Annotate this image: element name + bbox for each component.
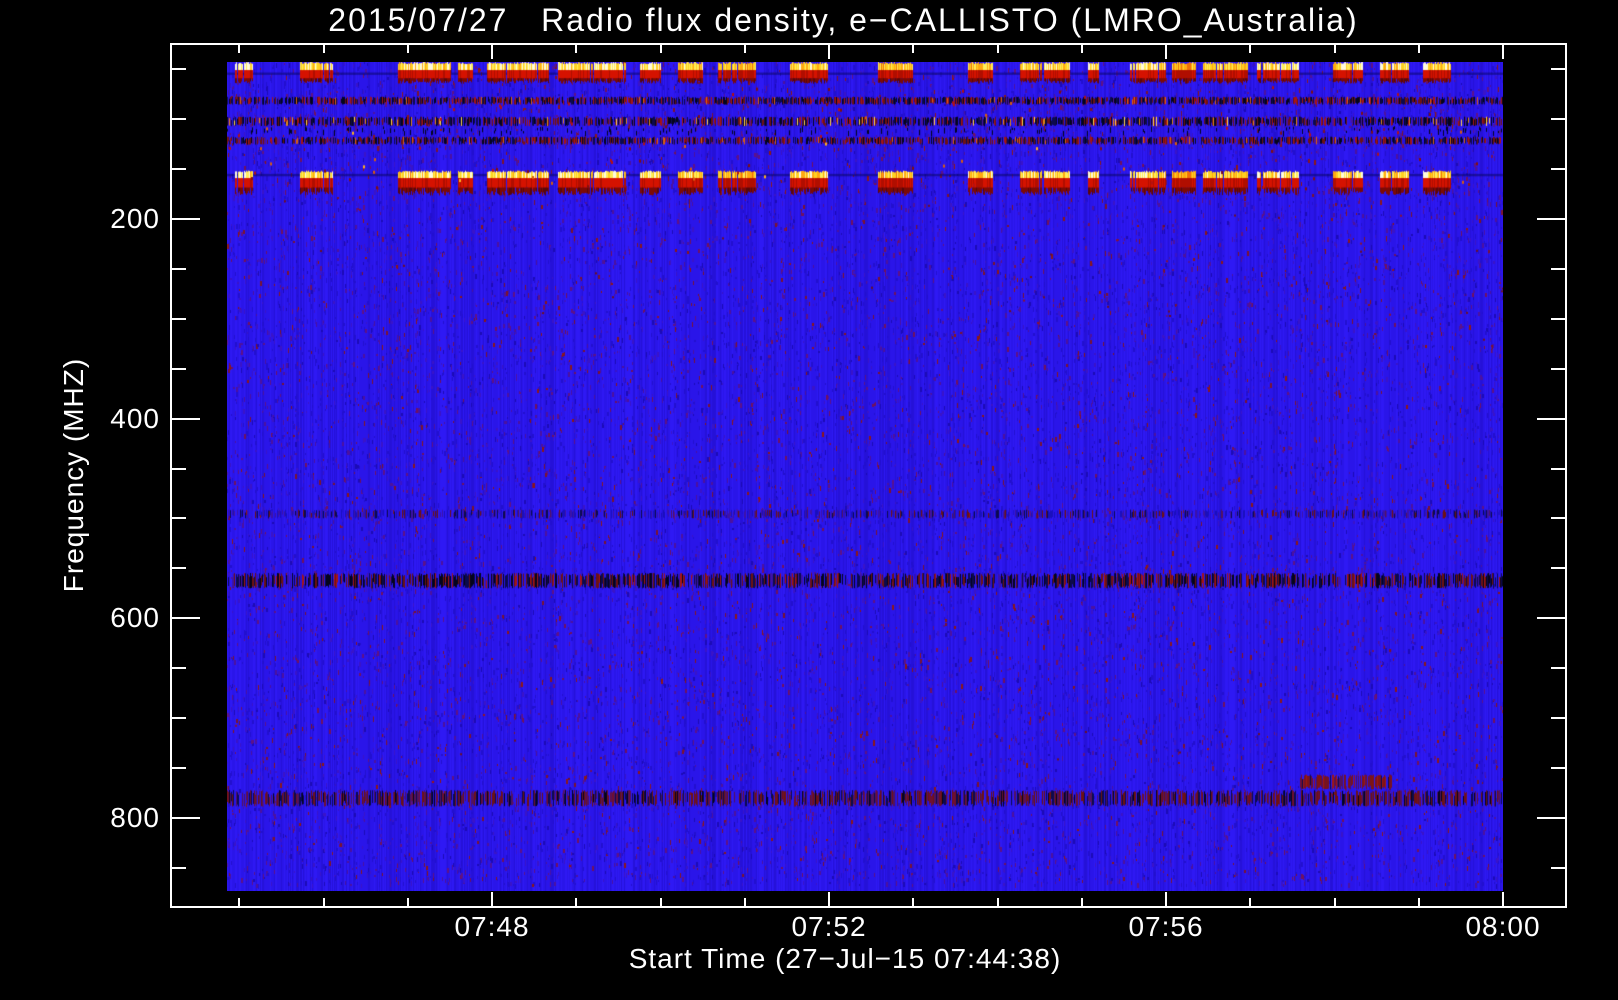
x-tick-label-0752: 07:52 bbox=[791, 911, 867, 942]
tick-mark bbox=[238, 898, 240, 906]
tick-mark bbox=[323, 45, 325, 53]
spectrogram-heatmap bbox=[227, 62, 1503, 891]
x-tick-label-0756: 07:56 bbox=[1128, 911, 1204, 942]
tick-mark bbox=[407, 898, 409, 906]
tick-mark bbox=[1551, 68, 1565, 70]
tick-mark bbox=[1334, 45, 1336, 53]
tick-mark bbox=[1551, 168, 1565, 170]
spectrogram-page: { "title": "2015/07/27 Radio flux densit… bbox=[0, 0, 1618, 1000]
tick-mark bbox=[575, 45, 577, 53]
tick-mark bbox=[744, 898, 746, 906]
tick-mark bbox=[997, 45, 999, 53]
tick-mark bbox=[172, 867, 186, 869]
tick-mark bbox=[1418, 45, 1420, 53]
tick-mark bbox=[660, 898, 662, 906]
tick-mark bbox=[172, 318, 186, 320]
tick-mark bbox=[912, 898, 914, 906]
y-tick-label-200: 200 bbox=[110, 203, 160, 234]
tick-mark bbox=[1551, 268, 1565, 270]
y-tick-label-800: 800 bbox=[110, 802, 160, 833]
tick-mark bbox=[172, 617, 200, 619]
tick-mark bbox=[172, 717, 186, 719]
tick-mark bbox=[997, 898, 999, 906]
y-axis-title: Frequency (MHZ) bbox=[58, 357, 89, 593]
tick-mark bbox=[912, 45, 914, 53]
tick-mark bbox=[1249, 45, 1251, 53]
tick-mark bbox=[1249, 898, 1251, 906]
tick-mark bbox=[1334, 898, 1336, 906]
tick-mark bbox=[491, 892, 493, 906]
tick-mark bbox=[744, 45, 746, 53]
tick-mark bbox=[660, 45, 662, 53]
tick-mark bbox=[1502, 892, 1504, 906]
tick-mark bbox=[1502, 45, 1504, 59]
tick-mark bbox=[1537, 617, 1565, 619]
chart-title: 2015/07/27 Radio flux density, e−CALLIST… bbox=[328, 2, 1359, 38]
tick-mark bbox=[1551, 667, 1565, 669]
tick-mark bbox=[1551, 318, 1565, 320]
tick-mark bbox=[172, 567, 186, 569]
tick-mark bbox=[828, 892, 830, 906]
tick-mark bbox=[238, 45, 240, 53]
tick-mark bbox=[407, 45, 409, 53]
x-tick-label-0748: 07:48 bbox=[454, 911, 530, 942]
tick-mark bbox=[1537, 418, 1565, 420]
tick-mark bbox=[491, 45, 493, 59]
tick-mark bbox=[828, 45, 830, 59]
tick-mark bbox=[172, 667, 186, 669]
tick-mark bbox=[172, 68, 186, 70]
tick-mark bbox=[172, 268, 186, 270]
tick-mark bbox=[172, 468, 186, 470]
tick-mark bbox=[172, 418, 200, 420]
tick-mark bbox=[1551, 867, 1565, 869]
tick-mark bbox=[1418, 898, 1420, 906]
tick-mark bbox=[172, 767, 186, 769]
tick-mark bbox=[323, 898, 325, 906]
x-tick-label-0800: 08:00 bbox=[1465, 911, 1541, 942]
x-axis-title: Start Time (27−Jul−15 07:44:38) bbox=[628, 943, 1062, 974]
tick-mark bbox=[172, 118, 186, 120]
tick-mark bbox=[1551, 468, 1565, 470]
tick-mark bbox=[1081, 898, 1083, 906]
tick-mark bbox=[1551, 118, 1565, 120]
tick-mark bbox=[1081, 45, 1083, 53]
tick-mark bbox=[172, 517, 186, 519]
tick-mark bbox=[1165, 892, 1167, 906]
tick-mark bbox=[1537, 817, 1565, 819]
tick-mark bbox=[172, 368, 186, 370]
tick-mark bbox=[1551, 717, 1565, 719]
tick-mark bbox=[172, 218, 200, 220]
tick-mark bbox=[1551, 368, 1565, 370]
tick-mark bbox=[172, 817, 200, 819]
tick-mark bbox=[1165, 45, 1167, 59]
tick-mark bbox=[1551, 567, 1565, 569]
tick-mark bbox=[1537, 218, 1565, 220]
tick-mark bbox=[1551, 517, 1565, 519]
tick-mark bbox=[1551, 767, 1565, 769]
tick-mark bbox=[575, 898, 577, 906]
tick-mark bbox=[172, 168, 186, 170]
y-tick-label-600: 600 bbox=[110, 602, 160, 633]
